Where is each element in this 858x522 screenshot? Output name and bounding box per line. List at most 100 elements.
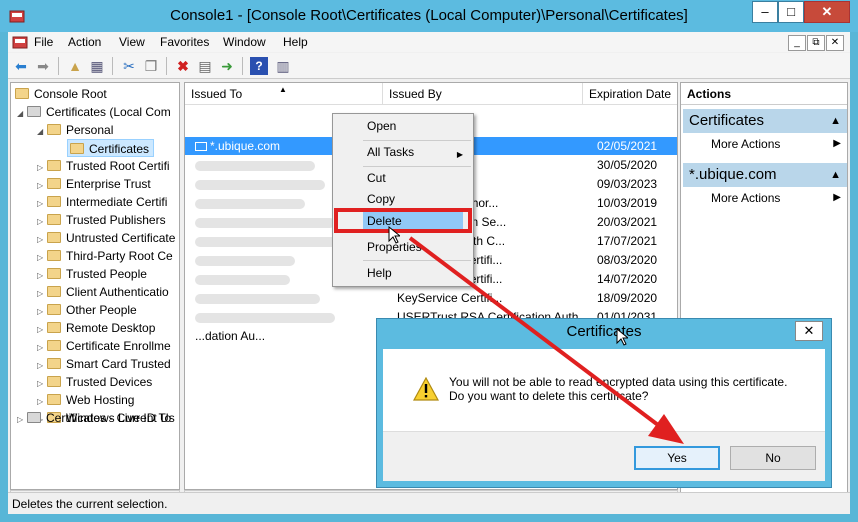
menu-item-help[interactable]: Help — [367, 263, 467, 283]
tree-folder-item[interactable]: ▷ Trusted Root Certifi — [37, 157, 170, 175]
menu-favorites[interactable]: Favorites — [160, 35, 209, 49]
tree-folder-item[interactable]: ▷ Intermediate Certifi — [37, 193, 167, 211]
tree-folder-item[interactable]: ▷ Web Hosting — [37, 391, 134, 409]
mdi-minimize-button[interactable]: _ — [788, 35, 806, 51]
menu-window[interactable]: Window — [223, 35, 266, 49]
cell-expiration-date: 17/07/2021 — [597, 234, 658, 248]
column-header-issued-to[interactable]: Issued To ▲ — [185, 83, 383, 105]
collapse-icon[interactable]: ◢ — [17, 105, 27, 123]
folder-open-icon — [70, 143, 84, 154]
menu-item-copy[interactable]: Copy — [367, 189, 467, 209]
toolbar: ⬅ ➡ ▲ ▦ ✂ ❐ ✖ ▤ ➜ ? ▥ — [8, 53, 850, 79]
dialog-body: You will not be able to read encrypted d… — [383, 349, 825, 481]
tree-folder-item[interactable]: ▷ Trusted Publishers — [37, 211, 166, 229]
blurred-text — [195, 312, 335, 323]
menu-bar: File Action View Favorites Window Help _… — [8, 32, 850, 52]
delete-icon[interactable]: ✖ — [174, 57, 192, 75]
tree-folder-item[interactable]: ▷ Enterprise Trust — [37, 175, 151, 193]
folder-icon — [47, 250, 61, 261]
tree-console-root[interactable]: Console Root — [15, 85, 107, 103]
collapse-up-icon[interactable]: ▲ — [830, 109, 841, 133]
folder-icon — [47, 124, 61, 135]
properties-icon[interactable]: ▤ — [196, 57, 214, 75]
actions-title: Actions — [681, 83, 847, 105]
forward-icon[interactable]: ➡ — [34, 57, 52, 75]
title-bar[interactable]: Console1 - [Console Root\Certificates (L… — [0, 0, 858, 32]
toolbar-separator — [166, 57, 167, 75]
blurred-text — [195, 198, 305, 209]
dialog-button-row: Yes No — [383, 431, 825, 481]
folder-icon — [47, 286, 61, 297]
show-tree-icon[interactable]: ▦ — [88, 57, 106, 75]
menu-help[interactable]: Help — [283, 35, 308, 49]
window-title: Console1 - [Console Root\Certificates (L… — [170, 7, 688, 24]
mdi-close-button[interactable]: ✕ — [826, 35, 844, 51]
toolbar-separator — [242, 57, 243, 75]
menu-item-properties[interactable]: Properties — [367, 237, 467, 257]
cut-icon[interactable]: ✂ — [120, 57, 138, 75]
actions-section-selected-cert[interactable]: *.ubique.com ▲ — [683, 163, 847, 187]
copy-icon[interactable]: ❐ — [142, 57, 160, 75]
warning-icon — [413, 377, 439, 401]
collapse-up-icon[interactable]: ▲ — [830, 163, 841, 187]
export-icon[interactable]: ➜ — [218, 57, 236, 75]
menu-action[interactable]: Action — [68, 35, 101, 49]
tree-folder-item[interactable]: ▷ Smart Card Trusted — [37, 355, 171, 373]
collapse-icon[interactable]: ◢ — [37, 123, 47, 141]
tree-certificates-current-user[interactable]: ▷ Certificates - Current Us — [17, 409, 175, 427]
submenu-arrow-icon: ▶ — [833, 192, 841, 203]
tree-personal[interactable]: ◢ Personal — [37, 121, 113, 139]
blurred-text — [195, 217, 335, 228]
toolbar-separator — [58, 57, 59, 75]
dialog-close-button[interactable]: ✕ — [795, 321, 823, 341]
mmc-window: Console1 - [Console Root\Certificates (L… — [0, 0, 858, 522]
help-icon[interactable]: ? — [250, 57, 268, 75]
dialog-message-line1: You will not be able to read encrypted d… — [449, 375, 788, 389]
tree-folder-item[interactable]: ▷ Trusted People — [37, 265, 147, 283]
tree-folder-item[interactable]: ▷ Remote Desktop — [37, 319, 155, 337]
more-actions-certificates[interactable]: More Actions ▶ — [711, 135, 845, 153]
close-button[interactable]: ✕ — [804, 1, 850, 23]
console-icon[interactable] — [12, 34, 28, 50]
tree-folder-item[interactable]: ▷ Third-Party Root Ce — [37, 247, 173, 265]
show-action-pane-icon[interactable]: ▥ — [274, 57, 292, 75]
menu-item-all-tasks[interactable]: All Tasks — [367, 142, 467, 162]
column-header-expiration-date[interactable]: Expiration Date — [583, 83, 677, 105]
back-icon[interactable]: ⬅ — [12, 57, 30, 75]
cell-expiration-date: 10/03/2019 — [597, 196, 658, 210]
menu-file[interactable]: File — [34, 35, 53, 49]
more-actions-selected-cert[interactable]: More Actions ▶ — [711, 189, 845, 207]
yes-button[interactable]: Yes — [634, 446, 720, 470]
delete-highlight-box — [334, 208, 472, 233]
table-row[interactable]: KeyService Certifi... 18/09/2020 — [185, 289, 677, 307]
blurred-text — [195, 293, 320, 304]
menu-item-open[interactable]: Open — [367, 116, 467, 136]
maximize-button[interactable]: □ — [778, 1, 804, 23]
tree-folder-item[interactable]: ▷ Trusted Devices — [37, 373, 152, 391]
cell-issued-to — [195, 308, 385, 326]
folder-icon — [47, 196, 61, 207]
cell-issued-to — [195, 289, 385, 307]
tree-folder-item[interactable]: ▷ Certificate Enrollme — [37, 337, 171, 355]
sort-ascending-icon: ▲ — [279, 85, 287, 94]
tree-certificates-selected[interactable]: Certificates — [67, 139, 155, 157]
cell-expiration-date: 14/07/2020 — [597, 272, 658, 286]
folder-icon — [47, 178, 61, 189]
up-folder-icon[interactable]: ▲ — [66, 57, 84, 75]
expand-icon[interactable]: ▷ — [17, 411, 27, 429]
tree-folder-item[interactable]: ▷ Client Authenticatio — [37, 283, 169, 301]
dialog-message: You will not be able to read encrypted d… — [449, 375, 787, 403]
tree-certificates-local[interactable]: ◢ Certificates (Local Com — [17, 103, 171, 121]
menu-view[interactable]: View — [119, 35, 145, 49]
column-header-issued-by[interactable]: Issued By — [383, 83, 583, 105]
mdi-restore-button[interactable]: ⧉ — [807, 35, 825, 51]
blurred-text — [195, 274, 290, 285]
minimize-button[interactable]: – — [752, 1, 778, 23]
tree-folder-item[interactable]: ▷ Untrusted Certificate — [37, 229, 175, 247]
tree-folder-item[interactable]: ▷ Other People — [37, 301, 137, 319]
cell-expiration-date: 18/09/2020 — [597, 291, 658, 305]
no-button[interactable]: No — [730, 446, 816, 470]
actions-section-certificates[interactable]: Certificates ▲ — [683, 109, 847, 133]
console-tree[interactable]: Console Root ◢ Certificates (Local Com ◢ P… — [10, 82, 180, 490]
menu-item-cut[interactable]: Cut — [367, 168, 467, 188]
